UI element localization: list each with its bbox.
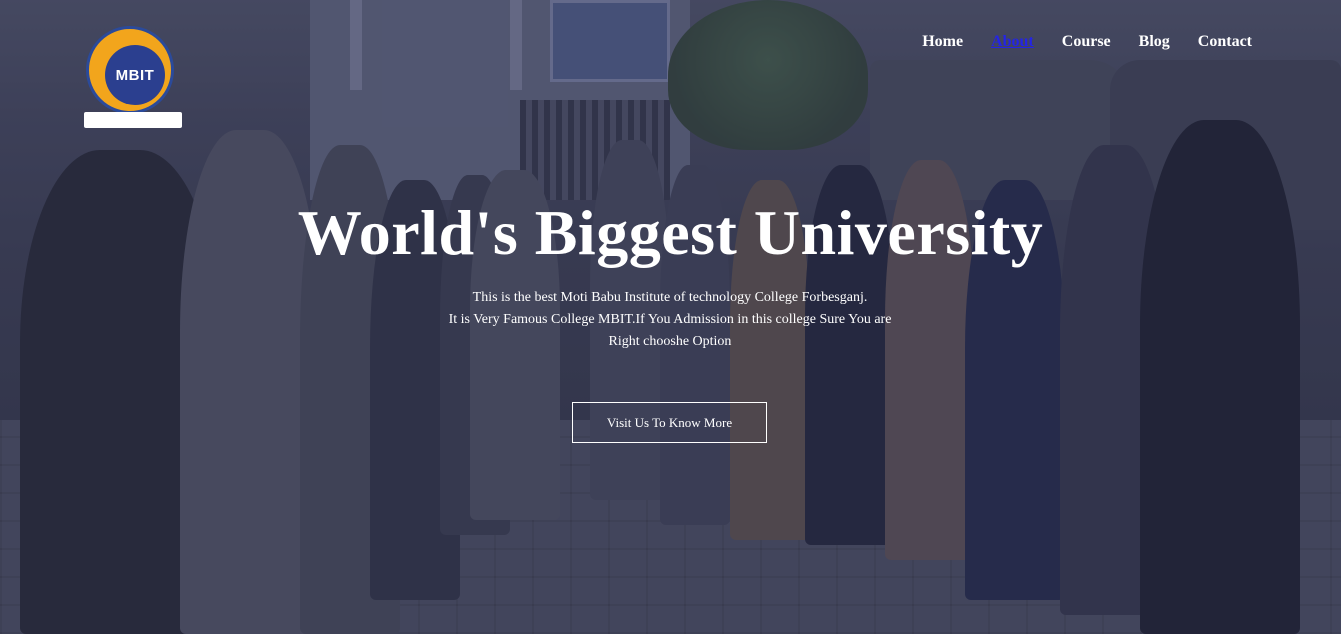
- hero-description-line: It is Very Famous College MBIT.If You Ad…: [448, 312, 892, 327]
- college-logo[interactable]: MBIT: [84, 24, 184, 132]
- hero-title: World's Biggest University: [297, 197, 1044, 268]
- hero-description-line: This is the best Moti Babu Institute of …: [472, 290, 868, 305]
- logo-inner-circle: MBIT: [105, 45, 165, 105]
- nav-link-blog[interactable]: Blog: [1139, 33, 1170, 51]
- nav-link-home[interactable]: Home: [922, 33, 963, 51]
- nav-link-contact[interactable]: Contact: [1198, 33, 1252, 51]
- logo-emblem: MBIT: [86, 26, 174, 114]
- hero-description-line: Right chooshe Option: [608, 334, 732, 349]
- nav-link-course[interactable]: Course: [1062, 33, 1111, 51]
- logo-ribbon: [84, 112, 182, 128]
- logo-text: MBIT: [115, 66, 155, 84]
- main-navigation: Home About Course Blog Contact: [922, 33, 1252, 51]
- nav-link-about[interactable]: About: [991, 33, 1034, 51]
- visit-us-button[interactable]: Visit Us To Know More: [572, 402, 767, 443]
- hero-description: This is the best Moti Babu Institute of …: [420, 287, 920, 353]
